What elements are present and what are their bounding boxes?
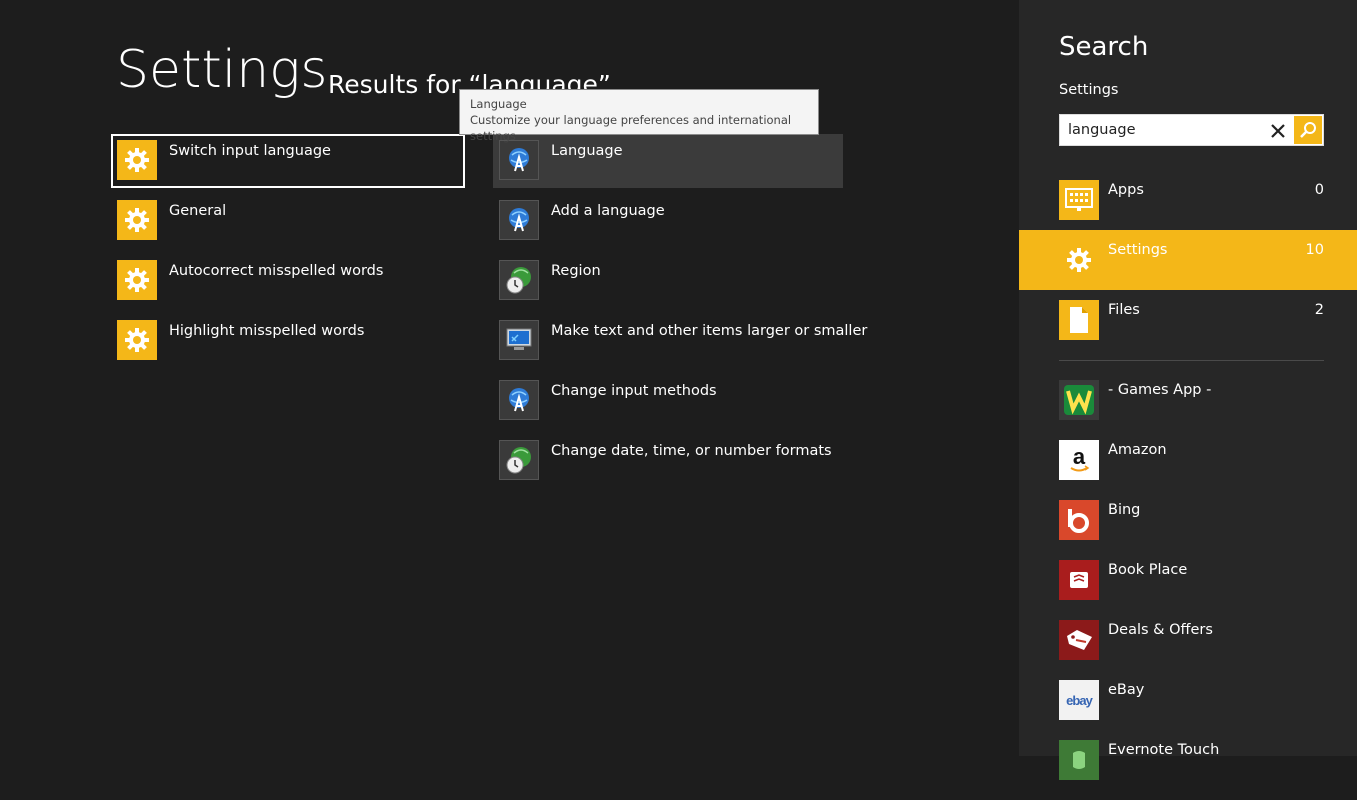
result-label: Switch input language: [169, 143, 331, 159]
file-icon: [1059, 300, 1099, 340]
search-pane-title: Search: [1059, 32, 1149, 62]
result-make-text-larger[interactable]: Make text and other items larger or smal…: [493, 314, 867, 368]
search-box: [1059, 114, 1324, 146]
clear-search-button[interactable]: [1265, 118, 1291, 144]
search-pane: Search Settings Apps 0 Settings 10 Files…: [1019, 0, 1357, 780]
app-label: Bing: [1108, 502, 1141, 518]
amazon-icon: a: [1059, 440, 1099, 480]
svg-text:a: a: [1073, 445, 1086, 469]
games-app-icon: [1059, 380, 1099, 420]
scope-settings[interactable]: Settings 10: [1019, 230, 1357, 290]
app-games-app[interactable]: - Games App -: [1019, 380, 1357, 440]
result-label: Add a language: [551, 203, 665, 219]
result-label: Change input methods: [551, 383, 717, 399]
gear-icon: [117, 320, 157, 360]
result-label: General: [169, 203, 227, 219]
app-ebay[interactable]: ebay eBay: [1019, 680, 1357, 740]
scope-label: Settings: [1108, 242, 1168, 258]
result-general[interactable]: General: [111, 194, 465, 248]
region-clock-globe-icon: [499, 260, 539, 300]
result-label: Autocorrect misspelled words: [169, 263, 384, 279]
right-results-column: Language Add a language Region Make text…: [493, 134, 867, 494]
scope-label: Files: [1108, 302, 1140, 318]
result-region[interactable]: Region: [493, 254, 843, 308]
result-autocorrect[interactable]: Autocorrect misspelled words: [111, 254, 465, 308]
app-bing[interactable]: Bing: [1019, 500, 1357, 560]
pane-divider: [1059, 360, 1324, 361]
search-scope-label: Settings: [1059, 82, 1119, 98]
scope-apps[interactable]: Apps 0: [1019, 170, 1357, 230]
book-place-icon: [1059, 560, 1099, 600]
scope-label: Apps: [1108, 182, 1144, 198]
language-globe-icon: [499, 380, 539, 420]
tooltip-description: Customize your language preferences and …: [470, 113, 792, 143]
tooltip-title: Language: [470, 97, 527, 111]
display-monitor-icon: [499, 320, 539, 360]
result-switch-input-language[interactable]: Switch input language: [111, 134, 465, 188]
app-evernote-touch[interactable]: Evernote Touch: [1019, 740, 1357, 800]
app-book-place[interactable]: Book Place: [1019, 560, 1357, 620]
settings-results-area: Settings Results for “language” Switch i…: [0, 0, 1019, 756]
result-change-date-time-formats[interactable]: Change date, time, or number formats: [493, 434, 843, 488]
language-globe-icon: [499, 200, 539, 240]
search-icon: [1300, 122, 1316, 138]
result-label: Region: [551, 263, 601, 279]
result-label: Highlight misspelled words: [169, 323, 365, 339]
gear-icon: [1059, 240, 1099, 280]
ebay-logo-text: ebay: [1066, 692, 1093, 708]
app-label: Deals & Offers: [1108, 622, 1213, 638]
result-change-input-methods[interactable]: Change input methods: [493, 374, 843, 428]
page-title: Settings: [116, 40, 328, 100]
app-label: Amazon: [1108, 442, 1167, 458]
close-icon: [1271, 124, 1285, 138]
result-label: Change date, time, or number formats: [551, 443, 832, 459]
result-highlight-misspelled[interactable]: Highlight misspelled words: [111, 314, 465, 368]
region-clock-globe-icon: [499, 440, 539, 480]
gear-icon: [117, 260, 157, 300]
scope-count: 0: [1314, 182, 1324, 198]
scope-count: 10: [1305, 242, 1324, 258]
search-go-button[interactable]: [1294, 116, 1322, 144]
deals-icon: [1059, 620, 1099, 660]
left-results-column: Switch input language General Autocorrec…: [111, 134, 465, 374]
bing-icon: [1059, 500, 1099, 540]
scope-files[interactable]: Files 2: [1019, 290, 1357, 350]
evernote-icon: [1059, 740, 1099, 780]
search-input[interactable]: [1068, 119, 1258, 141]
result-add-a-language[interactable]: Add a language: [493, 194, 843, 248]
app-deals-offers[interactable]: Deals & Offers: [1019, 620, 1357, 680]
app-label: Book Place: [1108, 562, 1188, 578]
scope-count: 2: [1314, 302, 1324, 318]
app-label: - Games App -: [1108, 382, 1212, 398]
app-label: eBay: [1108, 682, 1145, 698]
gear-icon: [117, 200, 157, 240]
language-globe-icon: [499, 140, 539, 180]
apps-grid-icon: [1059, 180, 1099, 220]
result-label: Make text and other items larger or smal…: [551, 323, 868, 339]
app-amazon[interactable]: a Amazon: [1019, 440, 1357, 500]
result-label: Language: [551, 143, 623, 159]
tooltip: Language Customize your language prefere…: [459, 89, 819, 143]
gear-icon: [117, 140, 157, 180]
ebay-icon: ebay: [1059, 680, 1099, 720]
